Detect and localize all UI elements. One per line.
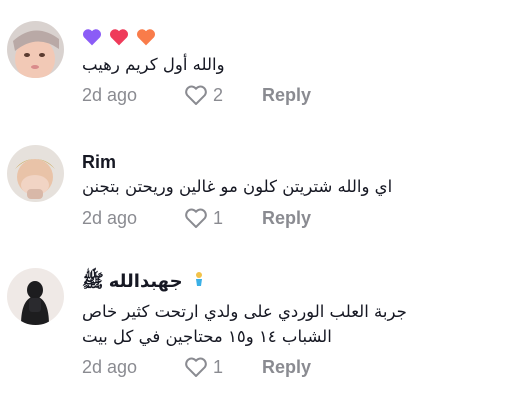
avatar[interactable] bbox=[7, 145, 64, 202]
reply-button[interactable]: Reply bbox=[262, 208, 311, 229]
comment-time: 2d ago bbox=[82, 84, 138, 105]
fairy-emoji-icon bbox=[195, 272, 202, 286]
comment-text: اي والله شتريتن كلون مو غالين وريحتن بتج… bbox=[82, 177, 393, 196]
like-count: 1 bbox=[213, 356, 224, 377]
heart-outline-icon bbox=[185, 208, 207, 228]
comment-item: Rim اي والله شتريتن كلون مو غالين وريحتن… bbox=[0, 125, 514, 250]
like-count: 1 bbox=[213, 207, 224, 228]
comment-time: 2d ago bbox=[82, 356, 138, 377]
like-button[interactable]: 1 bbox=[184, 207, 262, 229]
comment-meta: 2d ago 1 Reply bbox=[82, 206, 311, 230]
reaction-emojis bbox=[82, 27, 156, 47]
comment-meta: 2d ago 1 Reply bbox=[82, 355, 311, 379]
reply-button[interactable]: Reply bbox=[262, 85, 311, 106]
orange-heart-icon bbox=[136, 27, 156, 47]
avatar[interactable] bbox=[7, 21, 64, 78]
username[interactable]: Rim bbox=[82, 152, 116, 173]
like-count: 2 bbox=[213, 84, 224, 105]
like-button[interactable]: 1 bbox=[184, 356, 262, 378]
red-heart-icon bbox=[109, 27, 129, 47]
reply-button[interactable]: Reply bbox=[262, 357, 311, 378]
comment-time: 2d ago bbox=[82, 207, 138, 228]
like-button[interactable]: 2 bbox=[184, 84, 262, 106]
avatar[interactable] bbox=[7, 268, 64, 325]
heart-outline-icon bbox=[185, 85, 207, 105]
comment-item: والله أول كريم رهيب 2d ago 2 Reply bbox=[0, 0, 514, 125]
comment-text-line-1: جربة العلب الوردي على ولدي ارتحت كثير خا… bbox=[82, 302, 407, 321]
username[interactable]: جهبدالله ﷺ bbox=[82, 270, 206, 296]
username-text: جهبدالله ﷺ bbox=[82, 271, 183, 291]
comment-text: والله أول كريم رهيب bbox=[82, 55, 225, 74]
comment-meta: 2d ago 2 Reply bbox=[82, 83, 311, 107]
comment-text-line-2: الشباب ١٤ و١٥ محتاجين في كل بيت bbox=[82, 327, 332, 346]
heart-outline-icon bbox=[185, 357, 207, 377]
purple-heart-icon bbox=[82, 27, 102, 47]
comment-item: جهبدالله ﷺ جربة العلب الوردي على ولدي ار… bbox=[0, 250, 514, 400]
